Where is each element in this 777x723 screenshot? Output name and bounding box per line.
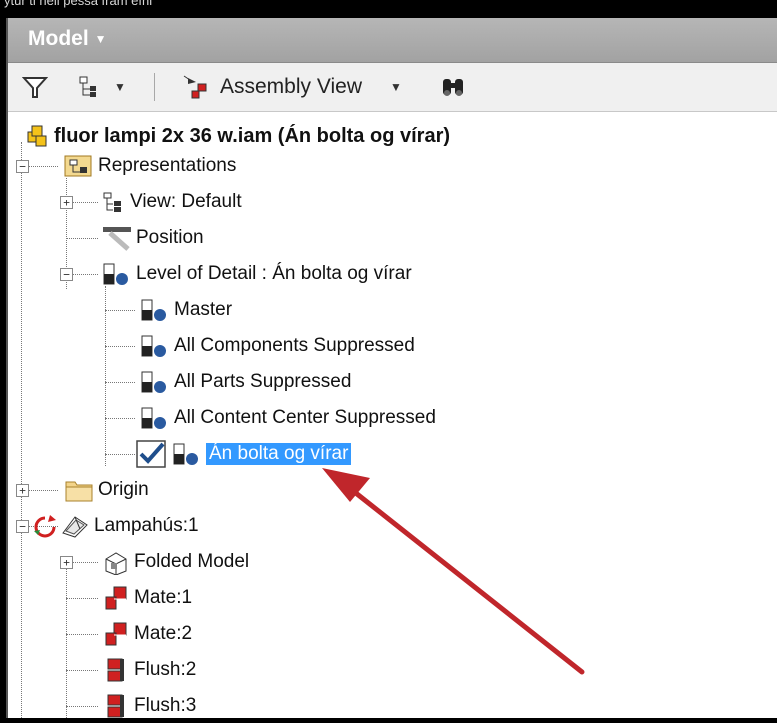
- tree-item-level-of-detail[interactable]: Level of Detail : Án bolta og vírar: [102, 257, 412, 291]
- position-rep-icon: [103, 227, 131, 251]
- top-caption-strip: ytur ti heil pessa fram efni: [0, 0, 777, 14]
- tree-item-label: Flush:2: [134, 659, 197, 680]
- tree-item-label: Level of Detail : Án bolta og vírar: [136, 263, 412, 284]
- tree-item-label: Lampahús:1: [94, 515, 199, 536]
- tree-item-active-lod[interactable]: Án bolta og vírar: [136, 437, 352, 471]
- tree-item-representations[interactable]: Representations: [64, 149, 236, 183]
- expand-toggle[interactable]: +: [16, 484, 29, 497]
- level-of-detail-icon: [141, 407, 166, 429]
- tree-item-label: Mate:2: [134, 623, 193, 644]
- tree-item-folded-model[interactable]: Folded Model: [102, 545, 249, 579]
- tree-item-label: All Components Suppressed: [174, 335, 415, 356]
- model-browser-panel: Model ▼ ▼ Assembly View ▼ − + − + − + fl…: [6, 18, 777, 718]
- adaptive-icon: [34, 515, 56, 538]
- level-of-detail-icon: [141, 371, 166, 393]
- tree-item-position[interactable]: Position: [102, 221, 204, 255]
- tree-item-mate-2[interactable]: Mate:2: [102, 617, 192, 651]
- expand-toggle[interactable]: +: [60, 196, 73, 209]
- assembly-icon: [27, 125, 47, 147]
- tree-item-label: Folded Model: [134, 551, 250, 572]
- chevron-down-icon: ▼: [390, 80, 402, 94]
- tree-item-all-content-center-suppressed[interactable]: All Content Center Suppressed: [140, 401, 436, 435]
- mate-constraint-icon: [105, 622, 127, 646]
- screenshot-frame: ytur ti heil pessa fram efni Model ▼ ▼ A…: [0, 0, 777, 718]
- view-rep-icon: [103, 192, 121, 212]
- sheet-metal-part-icon: [62, 516, 88, 538]
- tree-item-all-components-suppressed[interactable]: All Components Suppressed: [140, 329, 415, 363]
- toolbar-separator: [154, 73, 155, 101]
- tree-item-label: All Parts Suppressed: [174, 371, 352, 392]
- assembly-view-label: Assembly View: [220, 75, 362, 98]
- assembly-view-dropdown[interactable]: Assembly View ▼: [182, 71, 402, 103]
- tree-item-label: View: Default: [130, 191, 242, 212]
- find-button[interactable]: [440, 71, 468, 103]
- tree-item-lampahus[interactable]: Lampahús:1: [30, 509, 199, 543]
- tree-item-label: Representations: [98, 155, 237, 176]
- collapse-toggle[interactable]: −: [16, 520, 29, 533]
- tree-item-master[interactable]: Master: [140, 293, 232, 327]
- tree-item-label: All Content Center Suppressed: [174, 407, 436, 428]
- tree-item-root[interactable]: fluor lampi 2x 36 w.iam (Án bolta og vír…: [26, 119, 450, 153]
- tree-item-flush-2[interactable]: Flush:2: [102, 653, 196, 687]
- level-of-detail-icon: [173, 443, 198, 465]
- filter-icon: [22, 77, 48, 98]
- level-of-detail-icon: [141, 335, 166, 357]
- tree-item-label: Origin: [98, 479, 149, 500]
- tree-item-mate-1[interactable]: Mate:1: [102, 581, 192, 615]
- model-dropdown[interactable]: Model ▼: [28, 27, 107, 51]
- expand-toggle[interactable]: +: [60, 556, 73, 569]
- binoculars-icon: [443, 79, 463, 96]
- flush-constraint-icon: [107, 694, 124, 718]
- filter-button[interactable]: [22, 71, 48, 103]
- collapse-toggle[interactable]: −: [16, 160, 29, 173]
- tree-item-label: Mate:1: [134, 587, 193, 608]
- tree-structure-icon: [79, 76, 96, 97]
- level-of-detail-icon: [141, 299, 166, 321]
- mate-constraint-icon: [105, 586, 127, 610]
- tree-item-label-selected: Án bolta og vírar: [206, 443, 352, 465]
- tree-item-view-default[interactable]: View: Default: [102, 185, 242, 219]
- tree-item-all-parts-suppressed[interactable]: All Parts Suppressed: [140, 365, 351, 399]
- tree-item-origin[interactable]: Origin: [64, 473, 149, 507]
- browser-tree: − + − + − + fluor lampi 2x 36 w.iam (Án …: [8, 112, 777, 718]
- chevron-down-icon[interactable]: ▼: [114, 80, 126, 94]
- browser-toolbar: ▼ Assembly View ▼: [8, 63, 777, 112]
- caption-text: ytur ti heil pessa fram efni: [4, 0, 153, 8]
- tree-item-label: Position: [136, 227, 204, 248]
- flush-constraint-icon: [107, 658, 124, 682]
- checkmark-icon: [136, 440, 166, 468]
- collapse-toggle[interactable]: −: [60, 268, 73, 281]
- model-header: Model ▼: [8, 18, 777, 63]
- tree-item-label: Flush:3: [134, 695, 197, 716]
- assembly-view-icon: [183, 75, 207, 99]
- tree-options-button[interactable]: ▼: [78, 71, 126, 103]
- folded-model-icon: [105, 552, 127, 575]
- tree-item-label: fluor lampi 2x 36 w.iam (Án bolta og vír…: [54, 124, 451, 147]
- folder-icon: [65, 481, 93, 502]
- representations-icon: [64, 155, 92, 177]
- level-of-detail-icon: [103, 263, 128, 285]
- model-title: Model: [28, 27, 89, 50]
- chevron-down-icon: ▼: [94, 32, 107, 46]
- tree-item-label: Master: [174, 299, 233, 320]
